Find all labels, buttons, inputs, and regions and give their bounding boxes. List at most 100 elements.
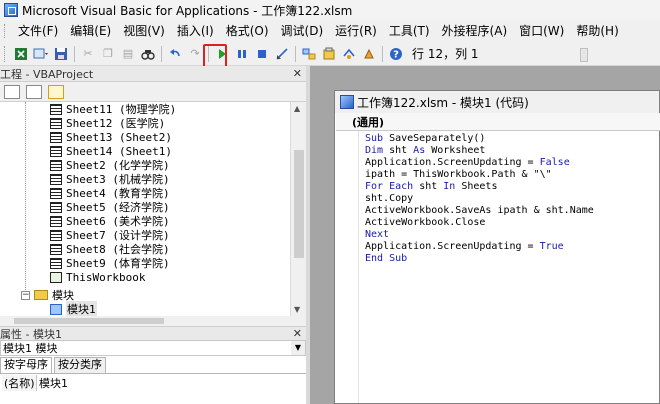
tree-item[interactable]: Sheet12 (医学院): [50, 116, 165, 130]
code-keyword: End Sub: [365, 253, 408, 264]
code-margin-indicator-bar[interactable]: [335, 131, 359, 403]
project-explorer-icon[interactable]: [300, 45, 318, 63]
tree-item[interactable]: Sheet5 (经济学院): [50, 200, 170, 214]
tree-item[interactable]: Sheet6 (美术学院): [50, 214, 170, 228]
menu-tools[interactable]: 工具(T): [383, 21, 436, 41]
menu-run[interactable]: 运行(R): [329, 21, 383, 41]
cut-icon[interactable]: ✂: [79, 45, 97, 63]
code-line[interactable]: Application.ScreenUpdating = True: [365, 241, 655, 253]
scroll-up-icon[interactable]: ▲: [294, 104, 300, 113]
cursor-position-status: 行 12，列 1: [412, 47, 479, 61]
menu-help[interactable]: 帮助(H): [570, 21, 624, 41]
help-icon[interactable]: ?: [387, 45, 405, 63]
chevron-down-icon[interactable]: ▼: [291, 341, 305, 355]
menu-view[interactable]: 视图(V): [117, 21, 171, 41]
tree-connector: [25, 102, 26, 298]
tree-item[interactable]: Sheet4 (教育学院): [50, 186, 170, 200]
worksheet-icon: [50, 187, 62, 199]
code-editor[interactable]: Sub SaveSeparately() Dim sht As Worksheet…: [365, 133, 655, 265]
excel-icon[interactable]: [12, 45, 30, 63]
code-keyword: Dim: [365, 145, 384, 156]
code-line[interactable]: sht.Copy: [365, 193, 655, 205]
menu-edit[interactable]: 编辑(E): [64, 21, 117, 41]
code-line[interactable]: ipath = ThisWorkbook.Path & "\": [365, 169, 655, 181]
code-line[interactable]: Application.ScreenUpdating = False: [365, 157, 655, 169]
find-icon[interactable]: [139, 45, 157, 63]
code-window: 工作簿122.xlsm - 模块1 (代码) (通用) Sub SaveSepa…: [334, 90, 660, 404]
code-text: sht.Copy: [365, 193, 414, 204]
tree-item[interactable]: Sheet9 (体育学院): [50, 256, 170, 270]
properties-object-value: 模块1 模块: [3, 342, 58, 355]
tree-item[interactable]: Sheet7 (设计学院): [50, 228, 170, 242]
tree-item[interactable]: Sheet2 (化学学院): [50, 158, 170, 172]
break-icon[interactable]: [233, 45, 251, 63]
close-icon[interactable]: ✕: [293, 67, 302, 80]
menu-insert[interactable]: 插入(I): [171, 21, 220, 41]
code-line[interactable]: End Sub: [365, 253, 655, 265]
property-value[interactable]: 模块1: [37, 375, 68, 391]
tab-alphabetic[interactable]: 按字母序: [0, 357, 52, 373]
properties-object-select[interactable]: 模块1 模块 ▼: [0, 340, 306, 356]
project-vertical-scrollbar[interactable]: ▲ ▼: [290, 102, 306, 316]
code-keyword: Sub: [365, 133, 384, 144]
project-horizontal-scrollbar[interactable]: [0, 316, 306, 326]
copy-icon[interactable]: ❐: [99, 45, 117, 63]
menu-grip-handle[interactable]: [4, 24, 8, 38]
menu-file[interactable]: 文件(F): [12, 21, 64, 41]
code-line[interactable]: ActiveWorkbook.SaveAs ipath & sht.Name: [365, 205, 655, 217]
tab-categorized[interactable]: 按分类序: [54, 357, 106, 373]
tree-item[interactable]: Sheet3 (机械学院): [50, 172, 170, 186]
toggle-folders-icon[interactable]: [48, 84, 64, 99]
code-window-titlebar[interactable]: 工作簿122.xlsm - 模块1 (代码): [335, 91, 659, 113]
code-text: sht: [413, 181, 444, 192]
properties-icon[interactable]: [320, 45, 338, 63]
property-row[interactable]: (名称) 模块1: [2, 375, 68, 391]
view-code-icon[interactable]: [4, 84, 20, 99]
worksheet-icon: [50, 201, 62, 213]
object-dropdown[interactable]: (通用): [336, 113, 660, 131]
worksheet-icon: [50, 257, 62, 269]
undo-icon[interactable]: [166, 45, 184, 63]
redo-icon[interactable]: ↷: [186, 45, 204, 63]
view-object-icon[interactable]: [26, 84, 42, 99]
tree-item[interactable]: ThisWorkbook: [50, 270, 145, 284]
tree-item[interactable]: Sheet11 (物理学院): [50, 102, 176, 116]
design-mode-icon[interactable]: [273, 45, 291, 63]
menu-window[interactable]: 窗口(W): [513, 21, 570, 41]
tree-item-module1[interactable]: 模块1: [50, 301, 97, 316]
code-line[interactable]: Sub SaveSeparately(): [365, 133, 655, 145]
tree-item[interactable]: Sheet8 (社会学院): [50, 242, 170, 256]
menu-debug[interactable]: 调试(D): [275, 21, 330, 41]
save-icon[interactable]: [52, 45, 70, 63]
collapse-toggle-icon[interactable]: −: [21, 291, 30, 300]
toolbar-grip-handle[interactable]: [4, 45, 8, 62]
code-line[interactable]: For Each sht In Sheets: [365, 181, 655, 193]
code-text: ActiveWorkbook.SaveAs ipath & sht.Name: [365, 205, 594, 216]
scroll-down-icon[interactable]: ▼: [294, 305, 300, 314]
close-icon[interactable]: ✕: [293, 327, 302, 340]
worksheet-icon: [50, 145, 62, 157]
tree-folder-modules[interactable]: 模块: [34, 288, 74, 302]
scrollbar-thumb[interactable]: [14, 318, 164, 324]
code-line[interactable]: Next: [365, 229, 655, 241]
tree-item[interactable]: Sheet13 (Sheet2): [50, 130, 172, 144]
toolbox-icon[interactable]: [360, 45, 378, 63]
worksheet-icon: [50, 229, 62, 241]
tree-item[interactable]: Sheet14 (Sheet1): [50, 144, 172, 158]
worksheet-icon: [50, 117, 62, 129]
toolbar-options-handle[interactable]: [580, 48, 588, 62]
reset-icon[interactable]: [253, 45, 271, 63]
insert-object-icon[interactable]: [32, 45, 50, 63]
code-keyword: As: [413, 145, 426, 156]
scrollbar-thumb[interactable]: [294, 150, 304, 258]
code-line[interactable]: ActiveWorkbook.Close: [365, 217, 655, 229]
object-browser-icon[interactable]: [340, 45, 358, 63]
code-keyword: Next: [365, 229, 390, 240]
window-title: Microsoft Visual Basic for Applications …: [22, 3, 353, 18]
paste-icon[interactable]: ▤: [119, 45, 137, 63]
code-line[interactable]: Dim sht As Worksheet: [365, 145, 655, 157]
menu-addins[interactable]: 外接程序(A): [436, 21, 514, 41]
menu-format[interactable]: 格式(O): [220, 21, 275, 41]
worksheet-icon: [50, 215, 62, 227]
code-text: Application.ScreenUpdating =: [365, 241, 540, 252]
